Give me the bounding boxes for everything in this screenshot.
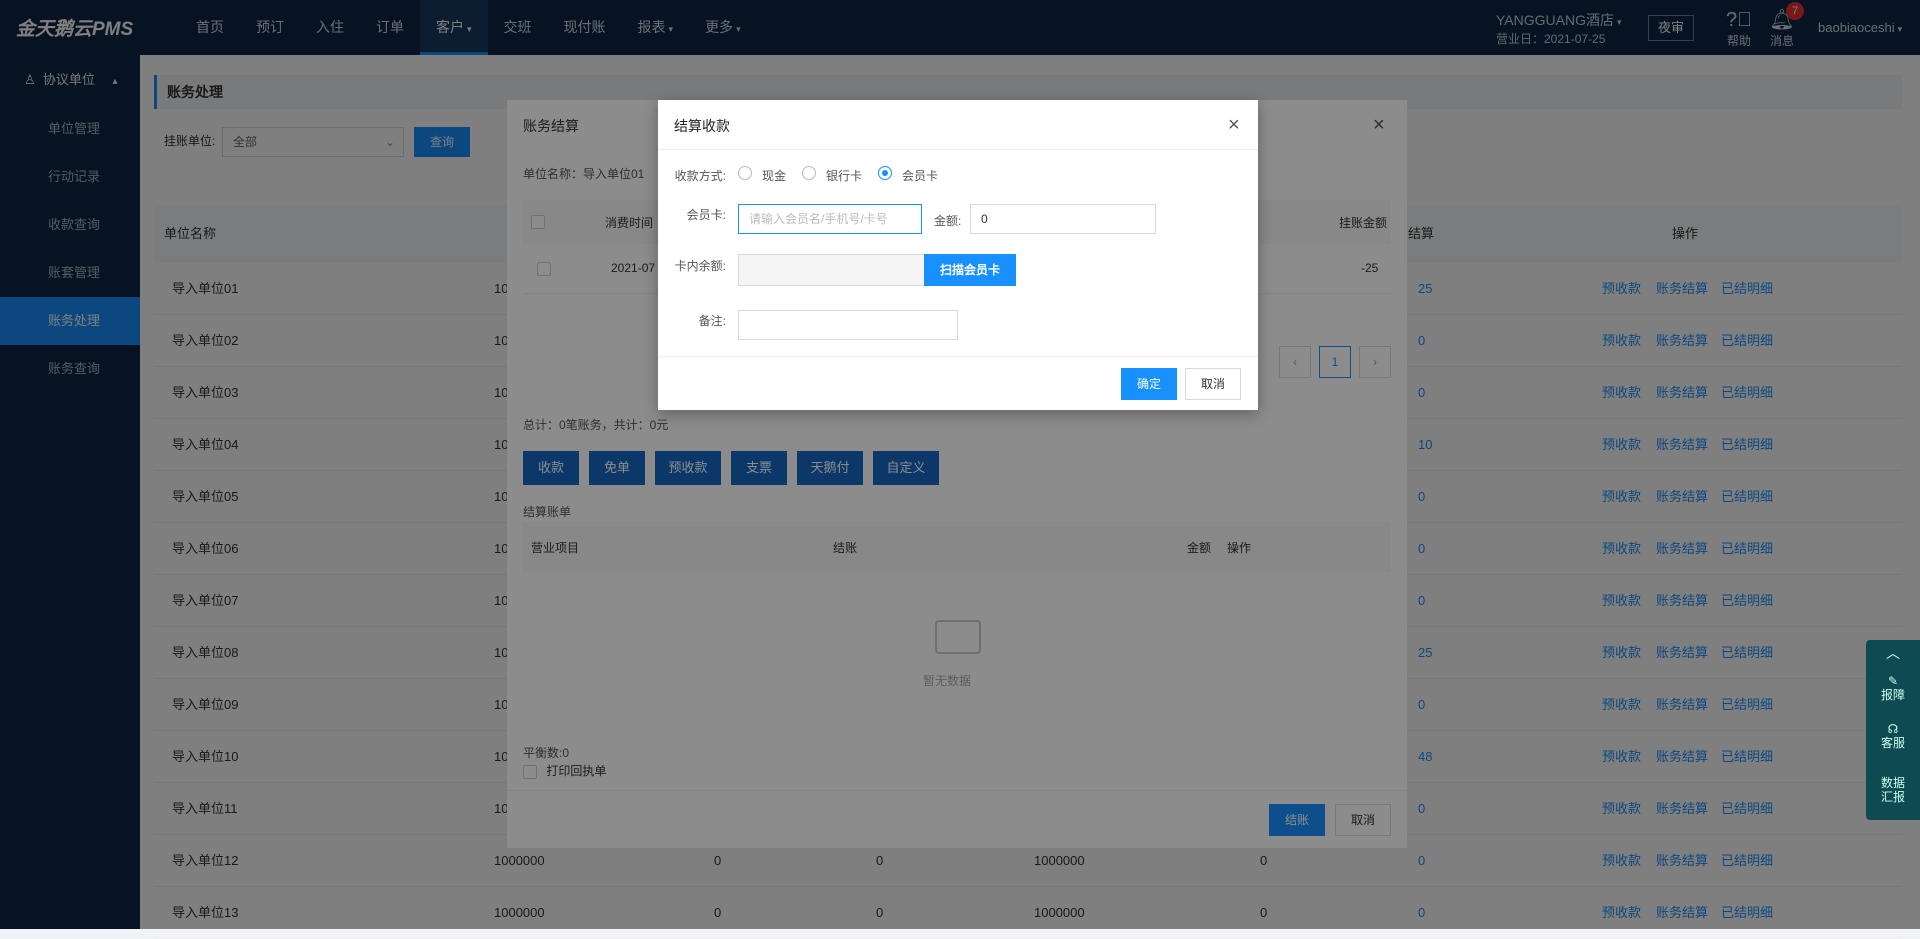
headset-icon: ☊ [1887,722,1899,736]
radio-bank-card-label[interactable]: 银行卡 [826,167,862,184]
amount-label: 金额: [934,214,962,228]
dialog-title: 结算收款 [674,118,730,134]
wrench-icon: ✎ [1887,674,1899,688]
radio-member-card[interactable] [878,166,892,180]
chevron-up-icon[interactable]: ︿ [1866,646,1920,660]
note-label: 备注: [698,314,726,328]
radio-cash[interactable] [738,166,752,180]
card-label: 会员卡: [686,208,726,222]
cancel-button[interactable]: 取消 [1185,368,1241,400]
radio-member-card-label[interactable]: 会员卡 [902,167,938,184]
close-icon[interactable]: × [1228,114,1240,137]
customer-service-button[interactable]: ☊ 客服 [1866,722,1920,750]
report-fault-button[interactable]: ✎ 报障 [1866,674,1920,702]
divider [658,356,1258,357]
scan-card-button[interactable]: 扫描会员卡 [924,254,1016,286]
radio-cash-label[interactable]: 现金 [762,167,786,184]
card-balance-field [738,254,926,286]
method-label: 收款方式: [674,169,726,183]
confirm-button[interactable]: 确定 [1121,368,1177,400]
divider [658,149,1258,150]
settlement-collection-dialog: 结算收款 × 收款方式: 现金 银行卡 会员卡 会员卡: 金额: 卡内余额: 扫… [658,100,1258,410]
card-balance-label: 卡内余额: [674,259,726,273]
radio-bank-card[interactable] [802,166,816,180]
amount-input[interactable] [970,204,1156,234]
data-report-button[interactable]: 数据汇报 [1866,776,1920,804]
note-input[interactable] [738,310,958,340]
floating-toolbar: ︿ ✎ 报障 ☊ 客服 数据汇报 [1866,640,1920,820]
member-card-input[interactable] [738,204,922,234]
